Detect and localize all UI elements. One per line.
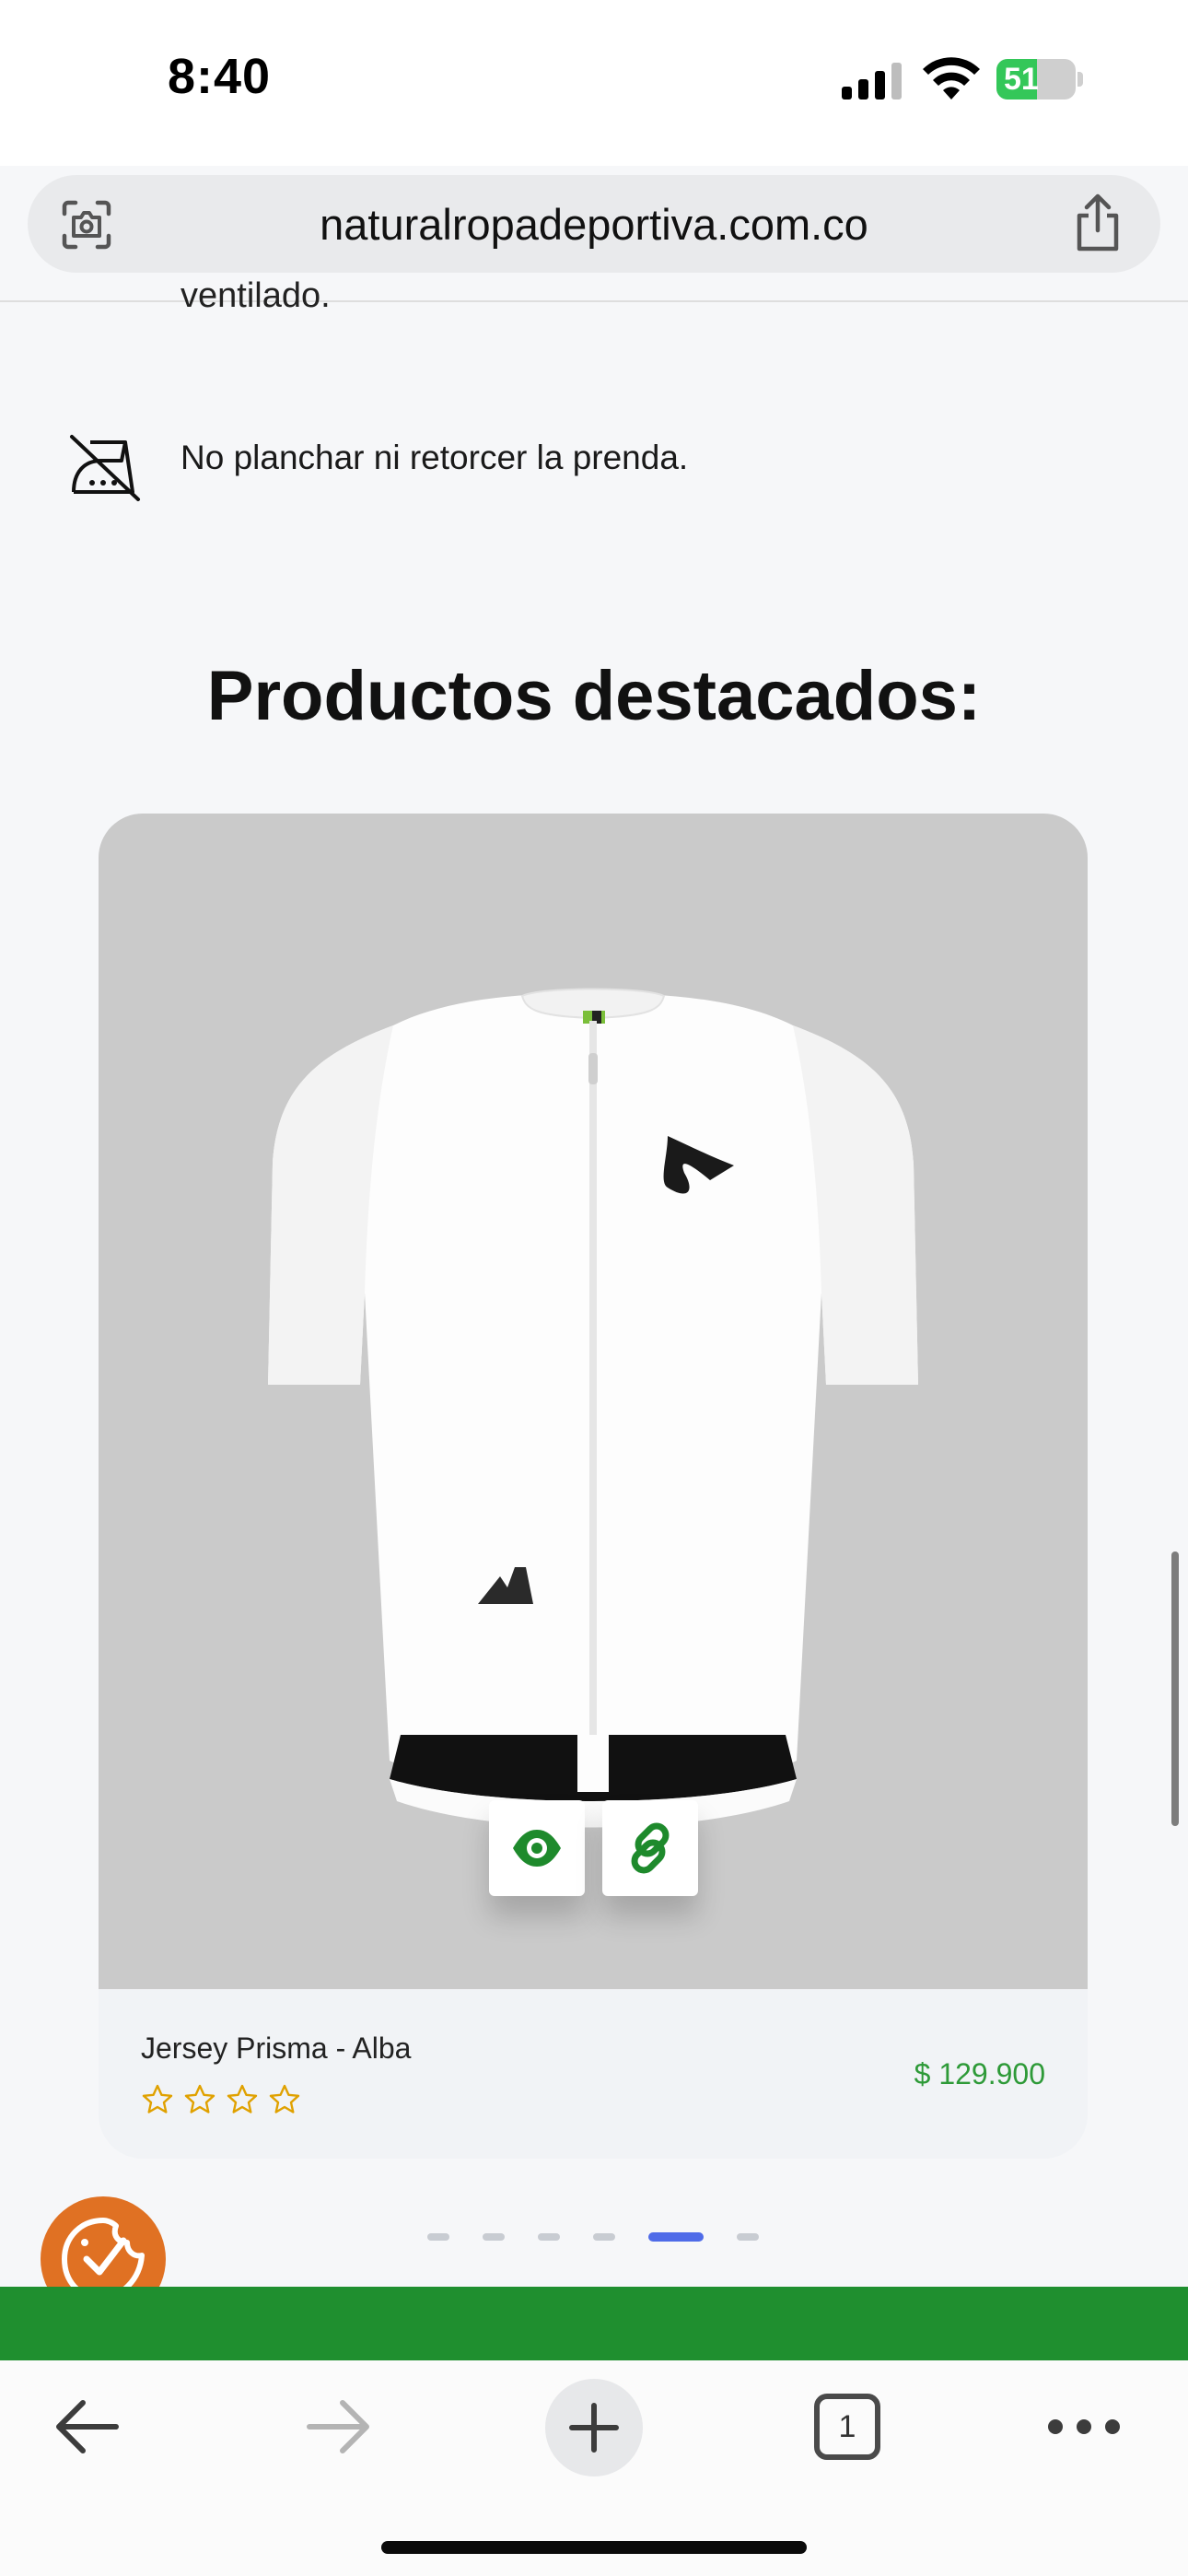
page-scrollbar[interactable]	[1171, 1551, 1179, 1826]
back-arrow-icon[interactable]	[52, 2397, 122, 2456]
carousel-dot[interactable]	[737, 2233, 759, 2241]
product-name[interactable]: Jersey Prisma - Alba	[141, 2032, 411, 2066]
tab-switcher-button[interactable]: 1	[814, 2394, 880, 2460]
battery-level: 51	[1004, 62, 1039, 97]
product-price: $ 129.900	[914, 2057, 1045, 2090]
carousel-dot[interactable]	[593, 2233, 615, 2241]
new-tab-button[interactable]	[545, 2379, 643, 2476]
footer-green-band	[0, 2287, 1188, 2360]
carousel-dot[interactable]	[538, 2233, 560, 2241]
product-image[interactable]	[99, 814, 1088, 1989]
home-indicator	[381, 2541, 807, 2554]
jersey-illustration	[268, 988, 918, 1828]
wifi-icon	[923, 57, 980, 100]
eye-icon	[513, 1830, 561, 1867]
carousel-dot-active[interactable]	[648, 2232, 704, 2242]
url-text[interactable]: naturalropadeportiva.com.co	[28, 199, 1160, 250]
share-icon[interactable]	[1070, 193, 1125, 252]
carousel-dot[interactable]	[483, 2233, 505, 2241]
product-link-button[interactable]	[602, 1800, 698, 1896]
star-icon	[142, 2084, 173, 2113]
carousel-dot[interactable]	[427, 2233, 449, 2241]
star-icon	[269, 2084, 300, 2113]
battery-icon: 51	[996, 59, 1083, 100]
rating-stars	[141, 2083, 301, 2120]
plus-icon	[569, 2403, 619, 2453]
cellular-signal-icon	[842, 63, 902, 100]
star-icon	[227, 2084, 258, 2113]
partial-care-text: ventilado.	[181, 276, 331, 315]
status-bar: 8:40 51	[0, 0, 1188, 166]
status-time: 8:40	[168, 49, 272, 104]
carousel-pagination[interactable]	[427, 2231, 763, 2242]
browser-toolbar: 1	[0, 2360, 1188, 2576]
address-bar[interactable]: naturalropadeportiva.com.co	[28, 175, 1160, 273]
header-divider	[0, 300, 1188, 302]
quick-view-button[interactable]	[489, 1800, 585, 1896]
product-card[interactable]: Jersey Prisma - Alba $ 129.900	[99, 814, 1088, 2159]
more-options-icon[interactable]	[1044, 2401, 1124, 2453]
section-title: Productos destacados:	[206, 657, 982, 735]
star-icon	[184, 2084, 215, 2113]
no-iron-icon	[70, 435, 140, 501]
link-icon	[631, 1822, 670, 1874]
forward-arrow-icon[interactable]	[304, 2397, 374, 2456]
care-instruction: No planchar ni retorcer la prenda.	[181, 439, 689, 476]
